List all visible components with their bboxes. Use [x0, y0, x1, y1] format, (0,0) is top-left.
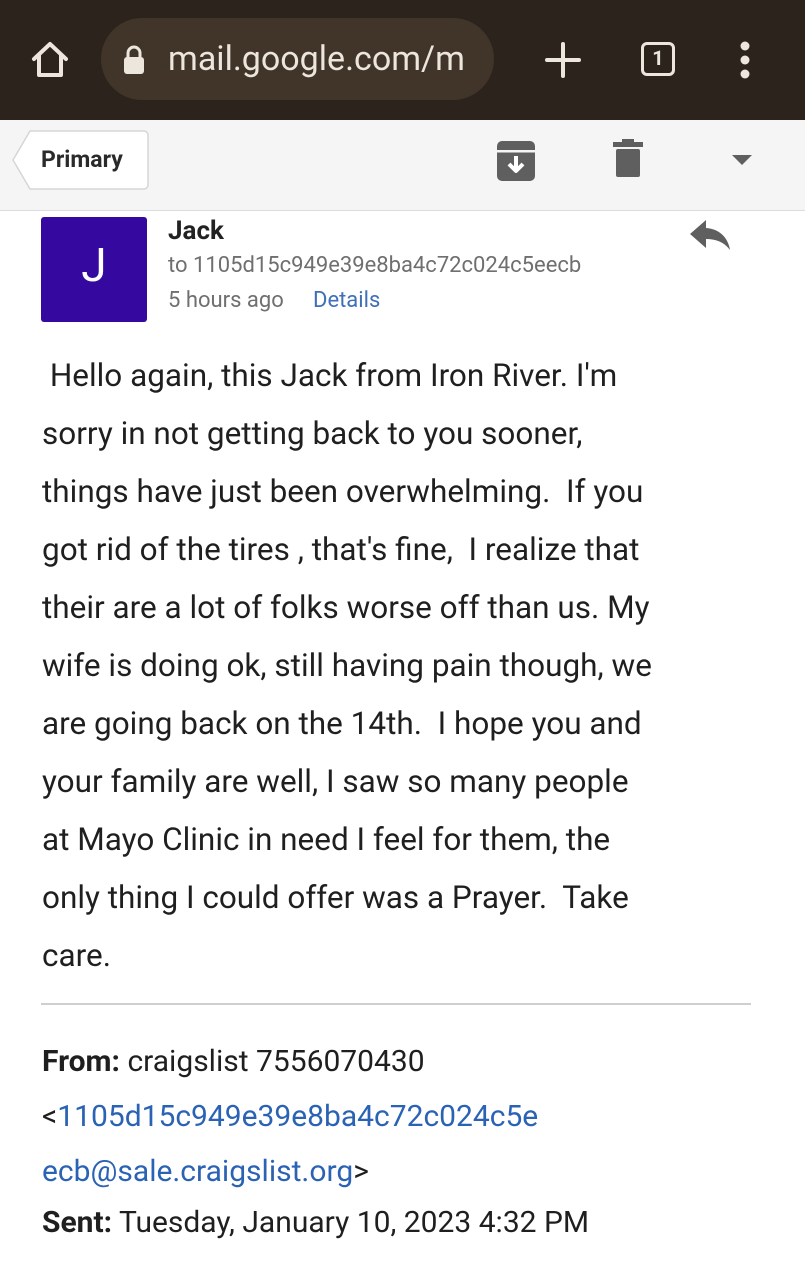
message-body: Hello again, this Jack from Iron River. … — [42, 347, 772, 985]
message-body-line: their are a lot of folks worse off than … — [42, 589, 650, 626]
message-body-line: Hello again, this Jack from Iron River. … — [42, 357, 618, 394]
recipient-line: to 1105d15c949e39e8ba4c72c024c5eecb — [168, 253, 582, 278]
sent-value: Tuesday, January 10, 2023 4:32 PM — [118, 1205, 590, 1240]
from-label: From: — [42, 1044, 120, 1079]
from-email-line-1: <1105d15c949e39e8ba4c72c024c5e — [42, 1097, 782, 1137]
email-close-bracket: > — [353, 1154, 369, 1189]
tab-count: 1 — [652, 46, 664, 70]
message-body-line: wife is doing ok, still having pain thou… — [42, 647, 652, 684]
message-body-line: care. — [42, 937, 112, 974]
quote-divider — [41, 1003, 751, 1005]
message-body-line: at Mayo Clinic in need I feel for them, … — [42, 821, 611, 858]
message-body-line: are going back on the 14th. I hope you a… — [42, 705, 642, 742]
email-open-bracket: < — [42, 1099, 58, 1134]
message-body-line: sorry in not getting back to you sooner, — [42, 415, 583, 452]
trash-icon[interactable] — [612, 138, 644, 178]
from-line: From: craigslist 7556070430 — [42, 1042, 782, 1082]
lock-icon — [124, 45, 144, 74]
sender-name: Jack — [168, 216, 224, 246]
sent-label: Sent: — [42, 1205, 113, 1240]
archive-icon[interactable] — [496, 140, 536, 182]
dropdown-icon[interactable] — [731, 153, 753, 167]
message-body-line: only thing I could offer was a Prayer. T… — [42, 879, 629, 916]
tab-switcher-icon[interactable]: 1 — [641, 42, 675, 76]
message-body-line: things have just been overwhelming. If y… — [42, 473, 644, 510]
menu-icon[interactable] — [735, 40, 755, 80]
from-email-link-part1[interactable]: 1105d15c949e39e8ba4c72c024c5e — [57, 1099, 538, 1134]
home-icon[interactable] — [28, 38, 72, 82]
details-link[interactable]: Details — [313, 287, 380, 315]
sent-line: Sent: Tuesday, January 10, 2023 4:32 PM — [42, 1203, 782, 1243]
avatar-letter: J — [81, 239, 107, 293]
primary-label[interactable]: Primary — [41, 145, 123, 175]
from-name: craigslist 7556070430 — [127, 1044, 425, 1079]
url-text[interactable]: mail.google.com/m — [168, 36, 488, 82]
message-body-line: got rid of the tires , that's fine, I re… — [42, 531, 640, 568]
reply-icon[interactable] — [688, 218, 732, 252]
message-time: 5 hours ago — [168, 288, 284, 313]
from-email-line-2: ecb@sale.craigslist.org> — [42, 1152, 782, 1192]
new-tab-icon[interactable] — [543, 40, 583, 80]
from-email-link-part2[interactable]: ecb@sale.craigslist.org — [42, 1154, 353, 1189]
message-body-line: your family are well, I saw so many peop… — [42, 763, 629, 800]
